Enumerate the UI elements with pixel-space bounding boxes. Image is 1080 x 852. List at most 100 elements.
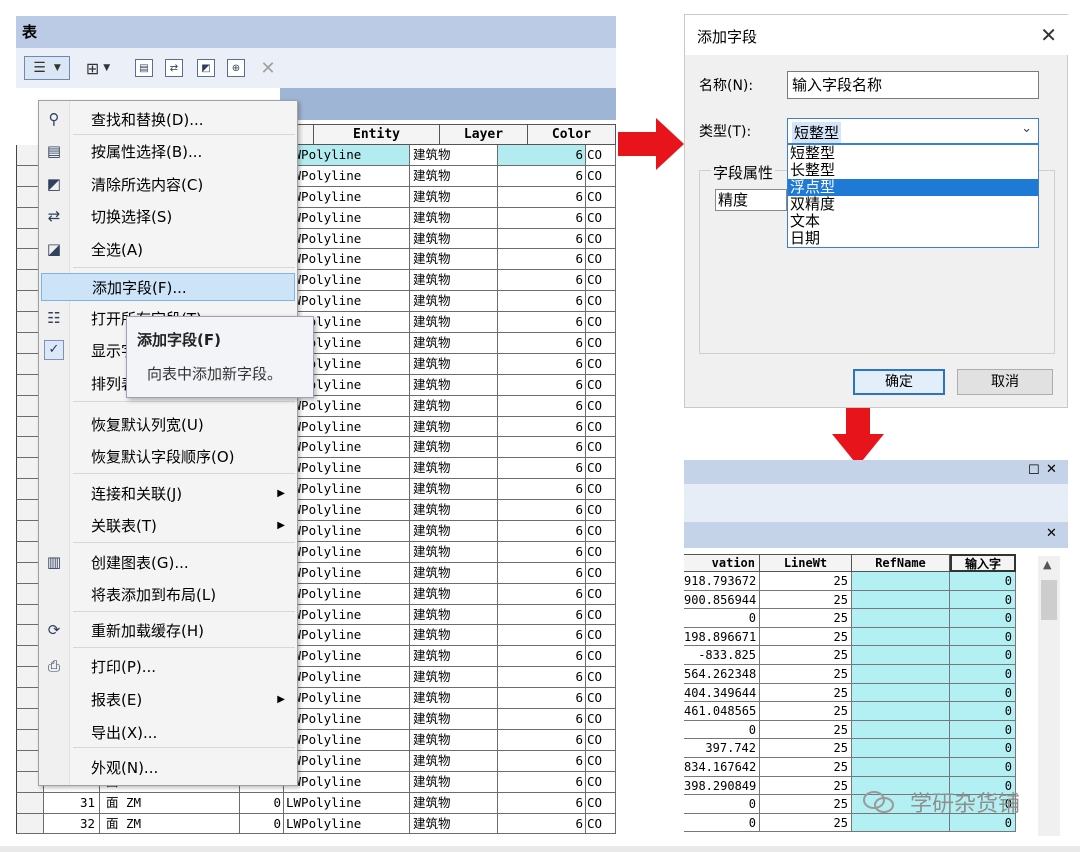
row-selector[interactable]	[16, 792, 44, 814]
menu-item-spacer	[41, 511, 67, 539]
layer-cell: 建筑物	[410, 186, 498, 208]
menu-item-label: 查找和替换(D)...	[91, 110, 204, 129]
layer-cell: 建筑物	[410, 207, 498, 229]
table-row[interactable]: 31 面 ZM 0 LWPolyline 建筑物 6 CO	[16, 792, 616, 814]
entity-cell: LWPolyline	[284, 249, 410, 271]
menu-item[interactable]: ◩ 清除所选内容(C)	[41, 170, 295, 198]
menu-item[interactable]: 导出(X)...	[41, 718, 295, 746]
row-selector[interactable]	[16, 813, 44, 835]
table-row[interactable]: -833.825 25 0	[684, 646, 1036, 665]
more-cell: CO	[586, 541, 616, 563]
chevron-down-icon[interactable]: ⌄	[1021, 121, 1032, 136]
table-row[interactable]: 564.262348 25 0	[684, 664, 1036, 684]
menu-item[interactable]: ◪ 全选(A)	[41, 235, 295, 263]
select-by-attributes-icon: ▤	[135, 59, 153, 77]
property-name-cell[interactable]: 精度	[715, 189, 787, 211]
ok-button[interactable]: 确定	[853, 369, 945, 395]
color-cell: 6	[498, 500, 586, 522]
close-icon[interactable]: ✕	[1046, 462, 1057, 477]
menu-item[interactable]: ⎙ 打印(P)...	[41, 652, 295, 680]
table-row[interactable]: 397.742 25 0	[684, 739, 1036, 758]
table-row[interactable]: 198.896671 25 0	[684, 627, 1036, 647]
more-cell: CO	[586, 312, 616, 334]
elevation-cell: 0	[684, 813, 760, 833]
more-cell: CO	[586, 145, 616, 166]
grid-header-row: Entity Layer Color	[284, 124, 616, 145]
entity-cell: LWPolyline	[284, 688, 410, 710]
table-toolbar: ☰ ▼ ⊞ ▼ ▤ ⇄ ◩ ⊕ ✕	[16, 48, 616, 88]
menu-item[interactable]: 报表(E) ▶	[41, 685, 295, 713]
table-row[interactable]: 900.856944 25 0	[684, 590, 1036, 610]
column-header-new-field[interactable]: 输入字	[950, 554, 1016, 572]
column-header-elevation[interactable]: vation	[684, 554, 760, 572]
menu-item[interactable]: ⚲ 查找和替换(D)...	[41, 105, 295, 133]
more-cell: CO	[586, 771, 616, 793]
layer-cell: 建筑物	[410, 688, 498, 710]
menu-item[interactable]: 将表添加到布局(L)	[41, 580, 295, 608]
shape-cell: 面 ZM	[100, 792, 240, 814]
column-header-entity[interactable]: Entity	[314, 124, 440, 145]
column-header-linewt[interactable]: LineWt	[760, 554, 852, 572]
switch-selection-button[interactable]: ⇄	[162, 56, 186, 80]
clear-selection-button[interactable]: ◩	[194, 56, 218, 80]
layer-cell: 建筑物	[410, 249, 498, 271]
close-icon[interactable]: ✕	[1046, 526, 1057, 541]
menu-item[interactable]: ⇄ 切换选择(S)	[41, 202, 295, 230]
field-name-input[interactable]: 输入字段名称	[787, 71, 1039, 99]
cancel-button[interactable]: 取消	[957, 369, 1053, 395]
table-options-button[interactable]: ☰ ▼	[24, 56, 70, 80]
entity-cell: LWPolyline	[284, 228, 410, 250]
menu-item[interactable]: 恢复默认字段顺序(O)	[41, 442, 295, 470]
scrollbar-thumb[interactable]	[1041, 580, 1057, 620]
type-option[interactable]: 双精度	[788, 196, 1038, 213]
table-row[interactable]: 918.793672 25 0	[684, 572, 1036, 591]
elevation-cell: 398.290849	[684, 776, 760, 796]
menu-item[interactable]: 连接和关联(J) ▶	[41, 479, 295, 507]
table-row[interactable]: 404.349644 25 0	[684, 683, 1036, 703]
column-header-color[interactable]: Color	[528, 124, 616, 145]
color-cell: 6	[498, 479, 586, 501]
column-header-refname[interactable]: RefName	[852, 554, 950, 572]
zoom-to-selected-button[interactable]: ⊕	[224, 56, 248, 80]
vertical-scrollbar[interactable]: ▲	[1038, 556, 1060, 836]
type-option[interactable]: 长整型	[788, 162, 1038, 179]
entity-cell: LWPolyline	[284, 750, 410, 772]
menu-item-spacer	[41, 685, 67, 713]
table-options-icon: ☰	[33, 60, 46, 76]
type-option[interactable]: 短整型	[788, 145, 1038, 162]
menu-item[interactable]: ▤ 按属性选择(B)...	[41, 137, 295, 165]
elevation-cell: -833.825	[684, 646, 760, 665]
table-row[interactable]: 461.048565 25 0	[684, 702, 1036, 721]
delete-selected-button[interactable]: ✕	[256, 56, 280, 80]
menu-item[interactable]: 添加字段(F)...	[41, 273, 295, 301]
field-type-select[interactable]: 短整型 ⌄	[787, 118, 1039, 144]
menu-item[interactable]: ⟳ 重新加载缓存(H)	[41, 616, 295, 644]
delete-icon: ✕	[260, 57, 276, 79]
column-header-layer[interactable]: Layer	[440, 124, 528, 145]
entity-cell: LWPolyline	[284, 270, 410, 292]
right-arrow-icon	[618, 118, 684, 170]
table-row[interactable]: 0 25 0	[684, 609, 1036, 628]
menu-item[interactable]: 外观(N)...	[41, 753, 295, 781]
table-row[interactable]: 32 面 ZM 0 LWPolyline 建筑物 6 CO	[16, 813, 616, 835]
submenu-arrow-icon: ▶	[277, 693, 285, 705]
table-row[interactable]: 0 25 0	[684, 720, 1036, 740]
layer-cell: 建筑物	[410, 145, 498, 166]
related-tables-button[interactable]: ⊞ ▼	[78, 56, 118, 80]
menu-item-label: 按属性选择(B)...	[91, 142, 203, 161]
table-row[interactable]: 834.167642 25 0	[684, 757, 1036, 777]
close-icon[interactable]: ✕	[1040, 23, 1057, 47]
type-option[interactable]: 浮点型	[788, 179, 1038, 196]
menu-item[interactable]: ▥ 创建图表(G)...	[41, 548, 295, 576]
more-cell: CO	[586, 729, 616, 751]
maximize-icon[interactable]: ☐	[1028, 463, 1040, 478]
select-by-attributes-button[interactable]: ▤	[132, 56, 156, 80]
chevron-up-icon[interactable]: ▲	[1043, 558, 1051, 571]
type-option[interactable]: 文本	[788, 213, 1038, 230]
entity-cell: LWPolyline	[284, 479, 410, 501]
menu-item[interactable]: 关联表(T) ▶	[41, 511, 295, 539]
menu-item[interactable]: 恢复默认列宽(U)	[41, 410, 295, 438]
shape-cell: 面 ZM	[100, 813, 240, 835]
menu-tooltip: 添加字段(F) 向表中添加新字段。	[126, 316, 314, 398]
type-option[interactable]: 日期	[788, 230, 1038, 247]
